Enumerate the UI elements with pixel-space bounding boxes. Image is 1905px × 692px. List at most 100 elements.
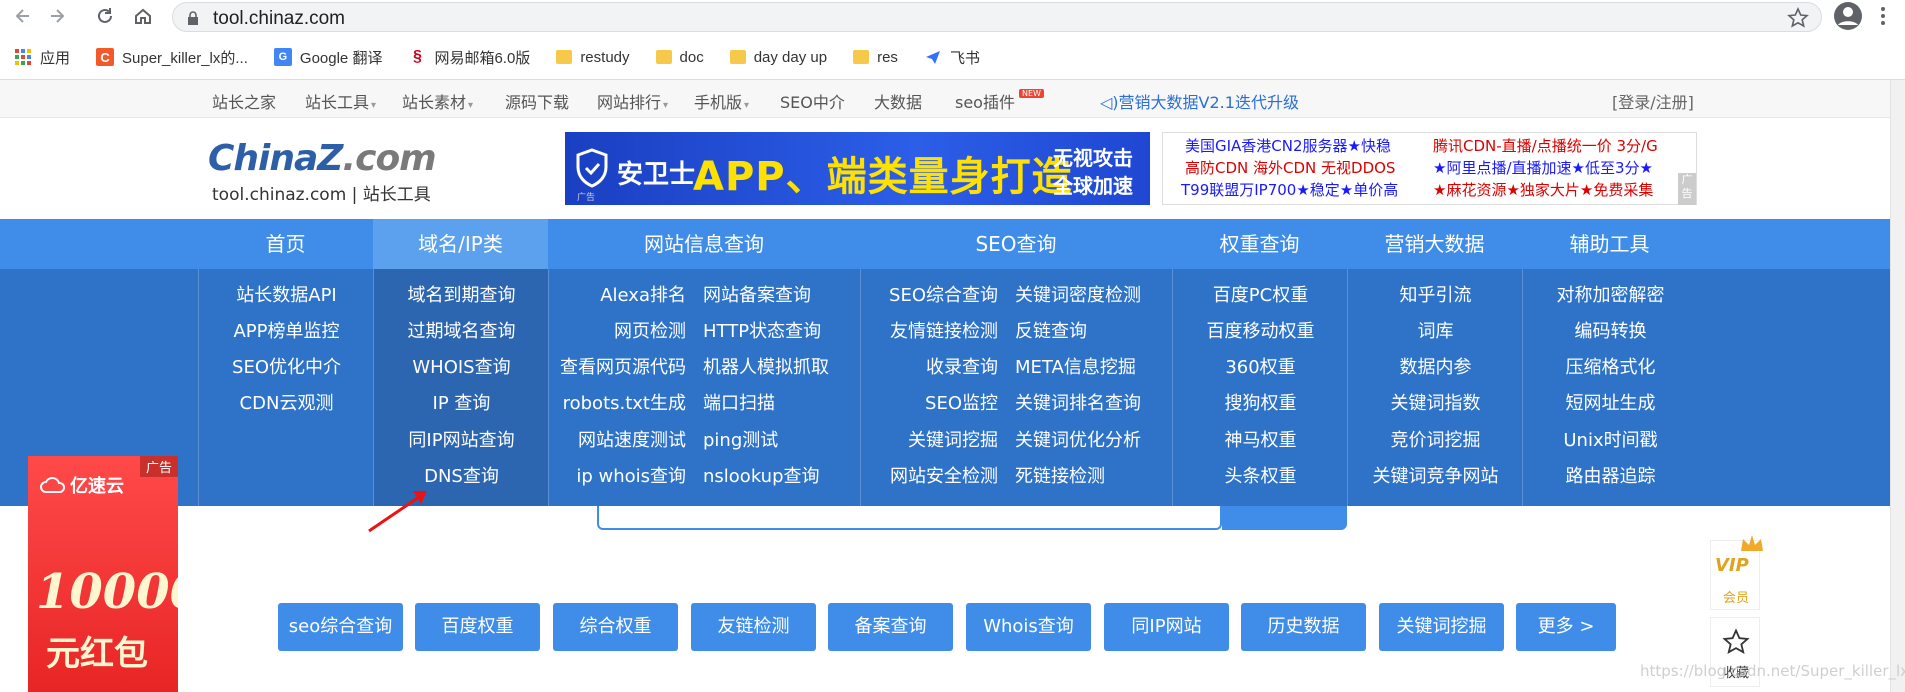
dropdown-link[interactable]: robots.txt生成 [549, 389, 686, 415]
nav-tab-tools[interactable]: 辅助工具 [1522, 219, 1697, 269]
nav-tab-domain-ip[interactable]: 域名/IP类 [373, 219, 548, 269]
dropdown-link[interactable]: CDN云观测 [199, 389, 374, 415]
dropdown-link[interactable]: 360权重 [1173, 353, 1348, 379]
search-input[interactable] [597, 506, 1222, 530]
dropdown-link[interactable]: WHOIS查询 [374, 353, 549, 379]
dropdown-link[interactable]: 竞价词挖掘 [1348, 426, 1523, 452]
chinaz-logo[interactable]: ChinaZ.com [208, 138, 437, 179]
bookmark-google-translate[interactable]: G Google 翻译 [273, 47, 382, 68]
nav-tab-weight[interactable]: 权重查询 [1172, 219, 1347, 269]
bookmark-folder-daydayup[interactable]: day day up [729, 49, 827, 66]
dropdown-link[interactable]: 知乎引流 [1348, 281, 1523, 307]
dropdown-link[interactable]: 网站安全检测 [861, 462, 998, 488]
dropdown-link[interactable]: 路由器追踪 [1523, 462, 1698, 488]
dropdown-link[interactable]: 死链接检测 [1015, 462, 1105, 488]
dropdown-link[interactable]: 头条权重 [1173, 462, 1348, 488]
dropdown-link[interactable]: 编码转换 [1523, 317, 1698, 343]
dropdown-link[interactable]: 关键词密度检测 [1015, 281, 1141, 307]
back-button[interactable] [8, 4, 38, 28]
dropdown-link[interactable]: SEO监控 [861, 389, 998, 415]
topbar-link-dropdown[interactable]: 站长素材 ▾ [402, 89, 473, 113]
topbar-link-seo-plugin[interactable]: seo插件 NEW [955, 89, 1044, 113]
vip-member-button[interactable]: VIP 会员 [1710, 535, 1763, 610]
forward-button[interactable] [42, 4, 72, 28]
dropdown-link[interactable]: 百度PC权重 [1173, 281, 1348, 307]
text-ad-link[interactable]: ★阿里点播/直播加速★低至3分★ [1433, 157, 1653, 178]
dropdown-link[interactable]: 神马权重 [1173, 426, 1348, 452]
topbar-link[interactable]: 大数据 [874, 89, 922, 113]
search-button[interactable] [1222, 506, 1347, 530]
dropdown-link[interactable]: 收录查询 [861, 353, 998, 379]
dropdown-link[interactable]: 域名到期查询 [374, 281, 549, 307]
address-bar[interactable]: tool.chinaz.com [172, 2, 1822, 32]
dropdown-link[interactable]: ping测试 [703, 426, 778, 452]
dropdown-link[interactable]: 反链查询 [1015, 317, 1087, 343]
more-menu-icon[interactable] [1880, 6, 1886, 26]
dropdown-link[interactable]: 对称加密解密 [1523, 281, 1698, 307]
bookmark-folder-res[interactable]: res [853, 49, 898, 66]
dropdown-link[interactable]: 友情链接检测 [861, 317, 998, 343]
dropdown-link[interactable]: 关键词排名查询 [1015, 389, 1141, 415]
topbar-link[interactable]: 站长之家 [212, 89, 276, 113]
text-ad-link[interactable]: 高防CDN 海外CDN 无视DDOS [1185, 157, 1395, 178]
left-floating-ad[interactable]: 广告 亿速云 10000 元红包 [28, 456, 178, 692]
dropdown-link[interactable]: 词库 [1348, 317, 1523, 343]
dropdown-link[interactable]: 百度移动权重 [1173, 317, 1348, 343]
nav-tab-seo[interactable]: SEO查询 [860, 219, 1172, 269]
dropdown-link[interactable]: 关键词优化分析 [1015, 426, 1141, 452]
topbar-link[interactable]: SEO中介 [780, 89, 845, 113]
dropdown-link[interactable]: APP榜单监控 [199, 317, 374, 343]
bookmark-apps[interactable]: 应用 [14, 47, 70, 68]
dropdown-link[interactable]: 数据内参 [1348, 353, 1523, 379]
login-register-link[interactable]: [登录/注册] [1612, 89, 1694, 113]
quick-button-history[interactable]: 历史数据 [1241, 603, 1366, 651]
dropdown-link[interactable]: 网站备案查询 [703, 281, 811, 307]
bookmark-netease-mail[interactable]: § 网易邮箱6.0版 [408, 47, 530, 68]
dropdown-link[interactable]: 关键词挖掘 [861, 426, 998, 452]
dropdown-link[interactable]: SEO综合查询 [861, 281, 998, 307]
dropdown-link[interactable]: 站长数据API [199, 281, 374, 307]
dropdown-link[interactable]: ip whois查询 [549, 462, 686, 488]
dropdown-link[interactable]: 同IP网站查询 [374, 426, 549, 452]
dropdown-link[interactable]: IP 查询 [374, 389, 549, 415]
page-scrollbar[interactable] [1890, 80, 1905, 692]
quick-button-more[interactable]: 更多 > [1516, 603, 1616, 651]
dropdown-link[interactable]: 机器人模拟抓取 [703, 353, 829, 379]
quick-button-keyword[interactable]: 关键词挖掘 [1379, 603, 1504, 651]
text-ad-link[interactable]: T99联盟万IP700★稳定★单价高 [1181, 179, 1398, 200]
quick-button-icp[interactable]: 备案查询 [828, 603, 953, 651]
profile-avatar-icon[interactable] [1832, 0, 1864, 32]
dropdown-link[interactable]: 过期域名查询 [374, 317, 549, 343]
nav-tab-marketing[interactable]: 营销大数据 [1347, 219, 1522, 269]
banner-ad[interactable]: 安卫士 APP、端类量身打造 无视攻击 全球加速 广告 [565, 132, 1150, 205]
dropdown-link[interactable]: 压缩格式化 [1523, 353, 1698, 379]
dropdown-link[interactable]: HTTP状态查询 [703, 317, 821, 343]
dropdown-link[interactable]: 短网址生成 [1523, 389, 1698, 415]
bookmark-star-icon[interactable] [1787, 7, 1809, 29]
quick-button-seo[interactable]: seo综合查询 [278, 603, 403, 651]
topbar-link-dropdown[interactable]: 网站排行 ▾ [597, 89, 668, 113]
dropdown-link[interactable]: 搜狗权重 [1173, 389, 1348, 415]
bookmark-csdn[interactable]: C Super_killer_lx的... [96, 47, 248, 68]
dropdown-link[interactable]: Alexa排名 [549, 281, 686, 307]
text-ad-link[interactable]: 美国GIA香港CN2服务器★快稳 [1185, 135, 1391, 156]
topbar-link[interactable]: 源码下载 [505, 89, 569, 113]
quick-button-whois[interactable]: Whois查询 [966, 603, 1091, 651]
dropdown-link[interactable]: 端口扫描 [703, 389, 775, 415]
quick-button-friend-link[interactable]: 友链检测 [691, 603, 816, 651]
home-button[interactable] [128, 4, 158, 28]
bookmark-feishu[interactable]: 飞书 [924, 47, 980, 68]
dropdown-link[interactable]: nslookup查询 [703, 462, 820, 488]
bookmark-folder-restudy[interactable]: restudy [556, 49, 630, 66]
reload-button[interactable] [90, 4, 120, 28]
nav-tab-site-info[interactable]: 网站信息查询 [548, 219, 860, 269]
dropdown-link[interactable]: 网站速度测试 [549, 426, 686, 452]
quick-button-same-ip[interactable]: 同IP网站 [1104, 603, 1229, 651]
text-ad-link[interactable]: ★麻花资源★独家大片★免费采集 [1433, 179, 1653, 200]
topbar-link-dropdown[interactable]: 手机版 ▾ [694, 89, 749, 113]
dropdown-link[interactable]: 网页检测 [549, 317, 686, 343]
dropdown-link[interactable]: SEO优化中介 [199, 353, 374, 379]
topbar-link-dropdown[interactable]: 站长工具 ▾ [305, 89, 376, 113]
bookmark-folder-doc[interactable]: doc [655, 49, 704, 66]
dropdown-link[interactable]: 查看网页源代码 [549, 353, 686, 379]
